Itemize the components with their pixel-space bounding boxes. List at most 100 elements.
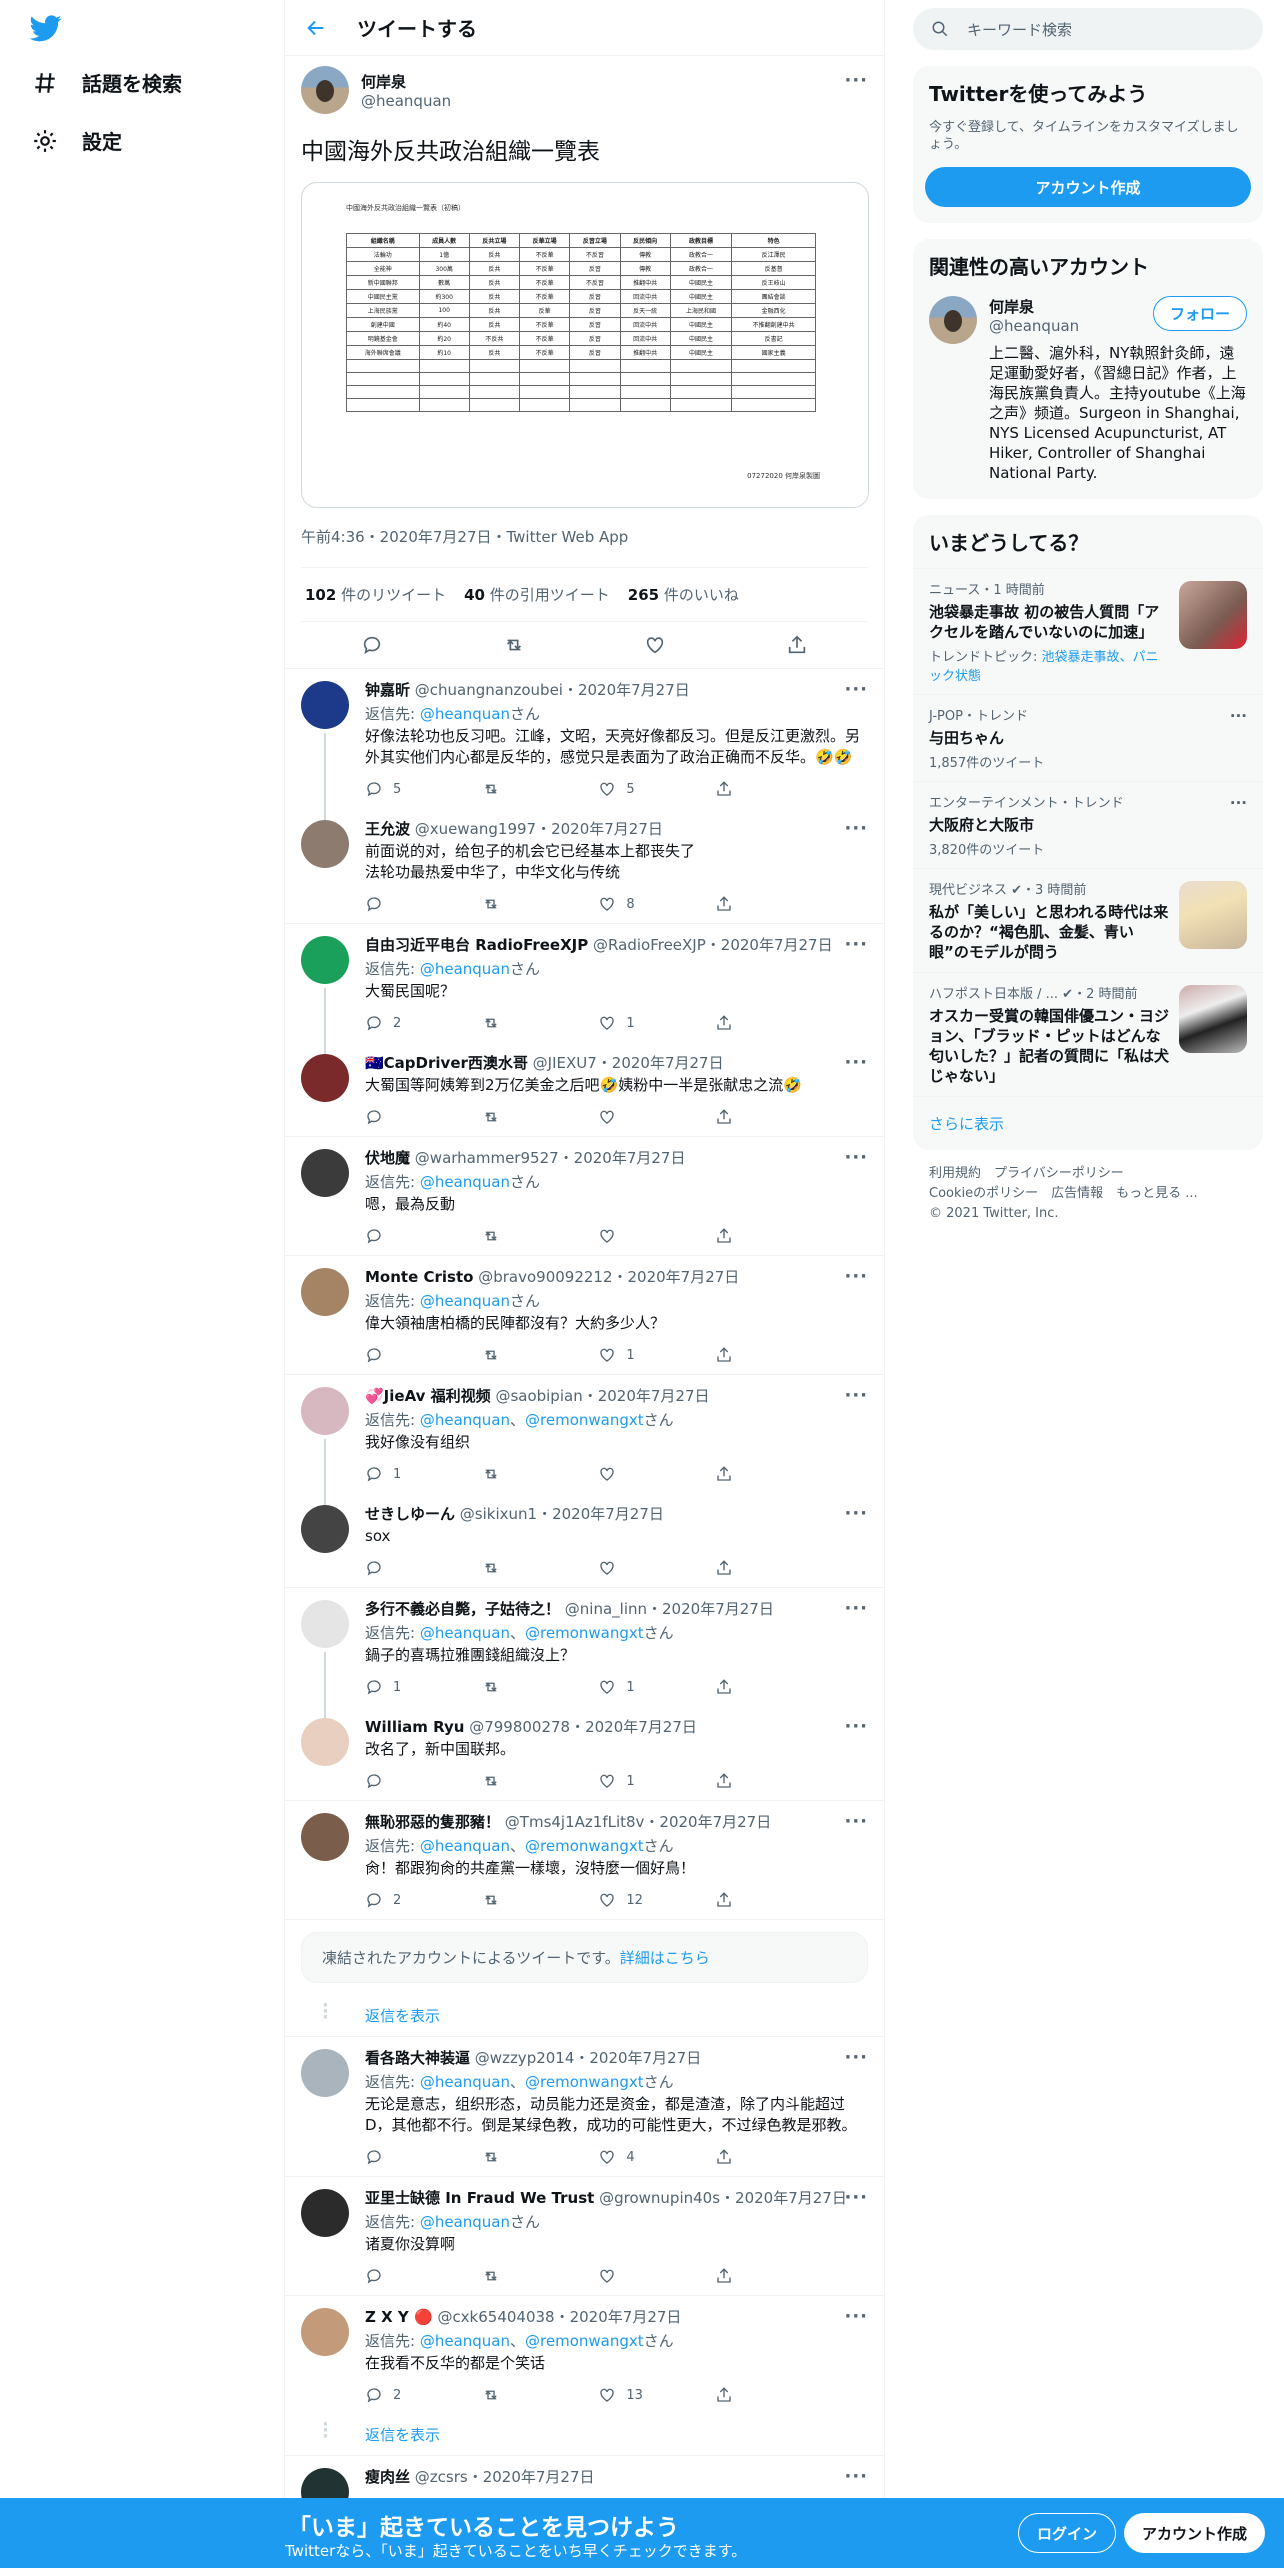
- mention-link[interactable]: @heanquan: [420, 1292, 510, 1310]
- avatar[interactable]: [301, 936, 349, 984]
- reply-author-name[interactable]: 🇦🇺CapDriver西澳水哥: [365, 1054, 528, 1072]
- more-icon[interactable]: ···: [844, 2306, 868, 2327]
- like-icon[interactable]: [644, 634, 666, 656]
- like-button[interactable]: 12: [598, 1891, 688, 1909]
- more-icon[interactable]: ···: [844, 1811, 868, 1832]
- reply-tweet[interactable]: 🇦🇺CapDriver西澳水哥 @JIEXU7・2020年7月27日 ··· 大蜀国…: [285, 1042, 884, 1137]
- retweet-button[interactable]: [482, 2386, 572, 2404]
- reply-button[interactable]: 1: [365, 1465, 455, 1483]
- mention-link[interactable]: @heanquan: [420, 1837, 510, 1855]
- reply-author-handle[interactable]: @wzzyp2014・2020年7月27日: [475, 2049, 701, 2067]
- reply-author-name[interactable]: 亚里士缺德 In Fraud We Trust: [365, 2189, 594, 2207]
- reply-author-name[interactable]: 王允波: [365, 820, 410, 838]
- reply-author-handle[interactable]: @grownupin40s・2020年7月27日: [599, 2189, 847, 2207]
- reply-author-handle[interactable]: @nina_linn・2020年7月27日: [565, 1600, 774, 1618]
- like-button[interactable]: 1: [598, 1014, 688, 1032]
- retweet-button[interactable]: [482, 1108, 572, 1126]
- reply-author-name[interactable]: 無恥邪惡的隻那豬！: [365, 1813, 500, 1831]
- reply-tweet[interactable]: 钟嘉昕 @chuangnanzoubei・2020年7月27日 ··· 返信先: @…: [285, 669, 884, 820]
- mention-link[interactable]: @remonwangxt: [525, 2332, 644, 2350]
- share-button[interactable]: [715, 1108, 805, 1126]
- tweet-timestamp[interactable]: 午前4:36・2020年7月27日・Twitter Web App: [301, 508, 868, 568]
- retweet-button[interactable]: [482, 2267, 572, 2285]
- share-button[interactable]: [715, 1227, 805, 1245]
- reply-tweet[interactable]: 王允波 @xuewang1997・2020年7月27日 ··· 前面说的对，给包子的…: [285, 808, 884, 924]
- trend-item[interactable]: ニュース・1 時間前 池袋暴走事故 初の被告人質問「アクセルを踏んでいないのに加…: [913, 568, 1263, 694]
- share-button[interactable]: [715, 1465, 805, 1483]
- reply-author-handle[interactable]: @JIEXU7・2020年7月27日: [533, 1054, 724, 1072]
- more-icon[interactable]: ···: [844, 1716, 868, 1737]
- mention-link[interactable]: @heanquan: [420, 2213, 510, 2231]
- reply-tweet[interactable]: 多行不義必自斃，子姑待之！ @nina_linn・2020年7月27日 ··· 返信…: [285, 1588, 884, 1718]
- avatar[interactable]: [301, 1054, 349, 1102]
- reply-author-name[interactable]: せきしゆーん: [365, 1505, 455, 1523]
- reply-button[interactable]: 5: [365, 780, 455, 798]
- reply-tweet[interactable]: 伏地魔 @warhammer9527・2020年7月27日 ··· 返信先: @he…: [285, 1137, 884, 1256]
- avatar[interactable]: [301, 66, 349, 114]
- share-button[interactable]: [715, 1346, 805, 1364]
- search-input[interactable]: キーワード検索: [967, 19, 1072, 40]
- share-button[interactable]: [715, 2386, 805, 2404]
- retweet-icon[interactable]: [503, 634, 525, 656]
- reply-author-handle[interactable]: @zcsrs・2020年7月27日: [415, 2468, 595, 2486]
- reply-button[interactable]: [365, 1227, 455, 1245]
- more-icon[interactable]: ···: [844, 2466, 868, 2487]
- retweet-button[interactable]: [482, 895, 572, 913]
- mention-link[interactable]: @heanquan: [420, 1173, 510, 1191]
- follow-button[interactable]: フォロー: [1152, 296, 1247, 331]
- reply-author-handle[interactable]: @warhammer9527・2020年7月27日: [415, 1149, 686, 1167]
- more-icon[interactable]: ···: [844, 1503, 868, 1524]
- avatar[interactable]: [301, 1600, 349, 1648]
- avatar[interactable]: [301, 1813, 349, 1861]
- more-icon[interactable]: ···: [844, 1598, 868, 1619]
- reply-button[interactable]: [365, 2148, 455, 2166]
- retweet-button[interactable]: [482, 1014, 572, 1032]
- reply-author-handle[interactable]: @cxk65404038・2020年7月27日: [437, 2308, 681, 2326]
- reply-tweet[interactable]: 💞JieAv 福利视频 @saobipian・2020年7月27日 ··· 返信先:…: [285, 1375, 884, 1505]
- footer-links-row1[interactable]: 利用規約 プライバシーポリシー: [929, 1164, 1247, 1184]
- avatar[interactable]: [301, 1387, 349, 1435]
- reply-author-name[interactable]: 看各路大神装逼: [365, 2049, 470, 2067]
- mention-link[interactable]: @heanquan: [420, 2073, 510, 2091]
- share-button[interactable]: [715, 1678, 805, 1696]
- nav-settings[interactable]: 設定: [32, 126, 122, 155]
- reply-author-handle[interactable]: @RadioFreeXJP・2020年7月27日: [593, 936, 833, 954]
- more-icon[interactable]: ···: [844, 1052, 868, 1073]
- retweet-button[interactable]: [482, 1346, 572, 1364]
- reply-author-name[interactable]: Monte Cristo: [365, 1268, 473, 1286]
- show-more-link[interactable]: さらに表示: [913, 1096, 1263, 1150]
- reply-button[interactable]: [365, 2267, 455, 2285]
- reply-tweet[interactable]: 亚里士缺德 In Fraud We Trust @grownupin40s・20…: [285, 2177, 884, 2296]
- more-icon[interactable]: ···: [844, 1147, 868, 1168]
- reply-author-name[interactable]: William Ryu: [365, 1718, 464, 1736]
- show-replies-link[interactable]: · · · 返信を表示: [285, 1995, 884, 2037]
- more-icon[interactable]: ···: [844, 934, 868, 955]
- share-icon[interactable]: [786, 634, 808, 656]
- author-handle[interactable]: @heanquan: [361, 92, 451, 110]
- mention-link[interactable]: @remonwangxt: [525, 1837, 644, 1855]
- share-button[interactable]: [715, 2148, 805, 2166]
- reply-author-handle[interactable]: @chuangnanzoubei・2020年7月27日: [415, 681, 690, 699]
- mention-link[interactable]: @remonwangxt: [525, 2073, 644, 2091]
- reply-author-name[interactable]: 瘦肉丝: [365, 2468, 410, 2486]
- reply-tweet[interactable]: せきしゆーん @sikixun1・2020年7月27日 ··· sox: [285, 1493, 884, 1588]
- reply-tweet[interactable]: Monte Cristo @bravo90092212・2020年7月27日 ··…: [285, 1256, 884, 1375]
- avatar[interactable]: [301, 681, 349, 729]
- reply-author-handle[interactable]: @Tms4j1Az1fLit8v・2020年7月27日: [505, 1813, 771, 1831]
- like-button[interactable]: [598, 2267, 688, 2285]
- retweet-button[interactable]: [482, 1891, 572, 1909]
- share-button[interactable]: [715, 780, 805, 798]
- reply-author-name[interactable]: 自由习近平电台 RadioFreeXJP: [365, 936, 588, 954]
- reply-button[interactable]: [365, 1108, 455, 1126]
- nav-explore[interactable]: 話題を検索: [32, 68, 182, 97]
- reply-author-handle[interactable]: @saobipian・2020年7月27日: [495, 1387, 709, 1405]
- share-button[interactable]: [715, 2267, 805, 2285]
- more-icon[interactable]: ···: [1230, 707, 1247, 725]
- create-account-button[interactable]: アカウント作成: [925, 167, 1251, 207]
- twitter-logo-icon[interactable]: [30, 12, 62, 44]
- avatar[interactable]: [301, 2308, 349, 2356]
- reply-author-name[interactable]: 💞JieAv 福利视频: [365, 1387, 491, 1405]
- like-button[interactable]: 1: [598, 1678, 688, 1696]
- retweet-button[interactable]: [482, 1559, 572, 1577]
- more-icon[interactable]: ···: [1230, 794, 1247, 812]
